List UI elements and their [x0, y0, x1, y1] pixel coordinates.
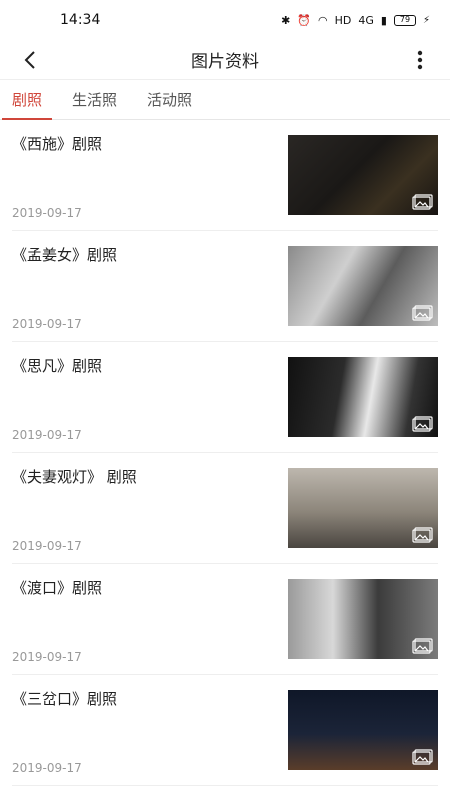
battery-level: 79	[399, 15, 411, 24]
tab-stage-photos[interactable]: 剧照	[1, 79, 53, 120]
back-button[interactable]	[18, 48, 42, 72]
alarm-icon: ⏰	[297, 13, 312, 27]
list-item-date: 2019-09-17	[12, 539, 82, 553]
photo-list: 《西施》剧照 2019-09-17 《孟姜女》剧照 2019-09-17 《思凡	[0, 120, 450, 786]
photo-thumbnail[interactable]	[288, 246, 438, 326]
tab-life-photos[interactable]: 生活照	[64, 79, 125, 119]
list-item[interactable]: 《孟姜女》剧照 2019-09-17	[12, 231, 438, 342]
list-item-text: 《西施》剧照 2019-09-17	[12, 134, 288, 230]
list-item-date: 2019-09-17	[12, 428, 82, 442]
list-item-title: 《渡口》剧照	[12, 579, 103, 597]
photo-thumbnail[interactable]	[288, 690, 438, 770]
status-time: 14:34	[60, 12, 101, 28]
list-item-date: 2019-09-17	[12, 761, 82, 775]
list-item-text: 《渡口》剧照 2019-09-17	[12, 578, 288, 674]
more-vertical-icon	[417, 50, 423, 69]
chevron-left-icon	[24, 50, 35, 69]
list-item-title: 《西施》剧照	[12, 135, 103, 153]
list-item-title: 《孟姜女》剧照	[12, 246, 118, 264]
list-item[interactable]: 《西施》剧照 2019-09-17	[12, 120, 438, 231]
list-item-title: 《三岔口》剧照	[12, 690, 118, 708]
category-tabs: 剧照 生活照 活动照	[0, 80, 450, 120]
list-item[interactable]: 《夫妻观灯》 剧照 2019-09-17	[12, 453, 438, 564]
tab-event-photos[interactable]: 活动照	[139, 79, 200, 119]
list-item-title: 《夫妻观灯》 剧照	[12, 468, 137, 486]
list-item-text: 《夫妻观灯》 剧照 2019-09-17	[12, 467, 288, 563]
status-bar: 14:34 ✱ ⏰ ◠ HD 4G ▮ 79 ⚡	[0, 0, 450, 40]
list-item[interactable]: 《三岔口》剧照 2019-09-17	[12, 675, 438, 786]
photo-thumbnail[interactable]	[288, 357, 438, 437]
charging-icon: ⚡	[422, 14, 430, 26]
list-item-text: 《三岔口》剧照 2019-09-17	[12, 689, 288, 785]
battery-icon: 79	[393, 14, 416, 26]
list-item-date: 2019-09-17	[12, 206, 82, 220]
image-gallery-icon	[412, 749, 433, 765]
list-item[interactable]: 《思凡》剧照 2019-09-17	[12, 342, 438, 453]
image-gallery-icon	[412, 305, 433, 321]
bluetooth-icon: ✱	[281, 13, 291, 27]
more-options-button[interactable]	[408, 48, 432, 72]
app-bar: 图片资料	[0, 40, 450, 80]
status-icons: ✱ ⏰ ◠ HD 4G ▮ 79 ⚡	[281, 14, 430, 27]
signal-label: 4G	[358, 13, 374, 27]
wifi-icon: ◠	[318, 13, 328, 27]
image-gallery-icon	[412, 527, 433, 543]
image-gallery-icon	[412, 638, 433, 654]
list-item[interactable]: 《渡口》剧照 2019-09-17	[12, 564, 438, 675]
photo-thumbnail[interactable]	[288, 579, 438, 659]
list-item-date: 2019-09-17	[12, 650, 82, 664]
page-title: 图片资料	[191, 52, 259, 72]
list-item-date: 2019-09-17	[12, 317, 82, 331]
list-item-title: 《思凡》剧照	[12, 357, 103, 375]
photo-thumbnail[interactable]	[288, 135, 438, 215]
photo-thumbnail[interactable]	[288, 468, 438, 548]
list-item-text: 《思凡》剧照 2019-09-17	[12, 356, 288, 452]
image-gallery-icon	[412, 416, 433, 432]
network-label: HD	[334, 13, 352, 27]
list-item-text: 《孟姜女》剧照 2019-09-17	[12, 245, 288, 341]
signal-icon: ▮	[380, 13, 387, 27]
image-gallery-icon	[412, 194, 433, 210]
